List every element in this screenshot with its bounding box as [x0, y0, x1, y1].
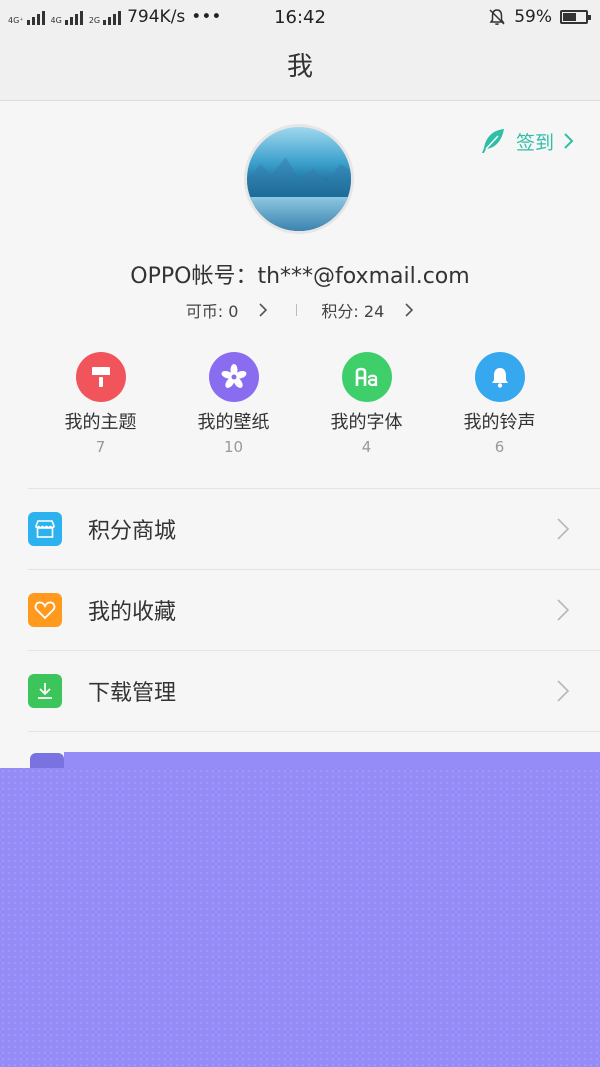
chevron-right-icon: [405, 303, 414, 317]
account-stats: 可币: 0 积分: 24: [0, 298, 600, 322]
menu-item-points-store[interactable]: 积分商城: [28, 489, 600, 570]
bell-icon: [474, 352, 525, 402]
mute-bell-icon: [489, 9, 505, 25]
status-right: 59%: [488, 7, 591, 27]
menu-list: 积分商城 我的收藏 下载管理: [28, 488, 600, 732]
menu-item-downloads[interactable]: 下载管理: [28, 651, 600, 732]
quick-item-label: 我的字体: [330, 412, 403, 433]
quick-item-ringtones[interactable]: 我的铃声 6: [433, 352, 566, 456]
quick-item-fonts[interactable]: 我的字体 4: [300, 352, 433, 456]
quick-item-label: 我的主题: [64, 412, 137, 433]
store-icon: [28, 512, 62, 546]
quick-item-count: 6: [494, 438, 505, 456]
chevron-right-icon: [259, 303, 268, 317]
account-name: OPPO帐号：th***@foxmail.com: [130, 264, 470, 289]
chevron-right-icon: [557, 680, 570, 702]
quick-item-label: 我的壁纸: [197, 412, 270, 433]
feather-icon: [481, 129, 504, 153]
quick-grid: 我的主题 7 我的壁纸 10 我的字体 4 我的铃声 6: [0, 352, 600, 456]
coins-link[interactable]: 可币: 0: [186, 298, 269, 322]
quick-item-count: 7: [95, 438, 106, 456]
flower-icon: [208, 352, 259, 402]
battery-icon: [560, 10, 591, 24]
chevron-right-icon: [557, 599, 570, 621]
quick-item-count: 10: [223, 438, 244, 456]
avatar[interactable]: [244, 124, 354, 234]
download-icon: [28, 674, 62, 708]
status-bar: 4G⁺ 4G 2G 794K/s ••• 16:42 59%: [0, 0, 600, 34]
quick-item-label: 我的铃声: [463, 412, 536, 433]
clock-icon: [30, 753, 64, 768]
checkin-button[interactable]: 签到: [478, 126, 574, 156]
brush-icon: [75, 352, 126, 402]
menu-item-label: 积分商城: [88, 519, 177, 544]
quick-item-wallpapers[interactable]: 我的壁纸 10: [167, 352, 300, 456]
quick-item-themes[interactable]: 我的主题 7: [34, 352, 167, 456]
menu-item-label: 我的收藏: [88, 600, 177, 625]
page-title: 我: [0, 34, 600, 101]
battery-percent: 59%: [514, 7, 552, 27]
checkin-label: 签到: [515, 131, 554, 154]
font-icon: [341, 352, 392, 402]
menu-item-label: 下载管理: [88, 681, 177, 706]
chevron-right-icon: [557, 518, 570, 540]
overlay-panel: [0, 768, 600, 1067]
coins-label: 可币: 0: [185, 302, 239, 321]
menu-item-favorites[interactable]: 我的收藏: [28, 570, 600, 651]
chevron-right-icon: [564, 133, 574, 149]
quick-item-count: 4: [361, 438, 372, 456]
points-link[interactable]: 积分: 24: [321, 298, 414, 322]
divider: [296, 304, 298, 316]
heart-icon: [28, 593, 62, 627]
points-label: 积分: 24: [321, 302, 385, 321]
